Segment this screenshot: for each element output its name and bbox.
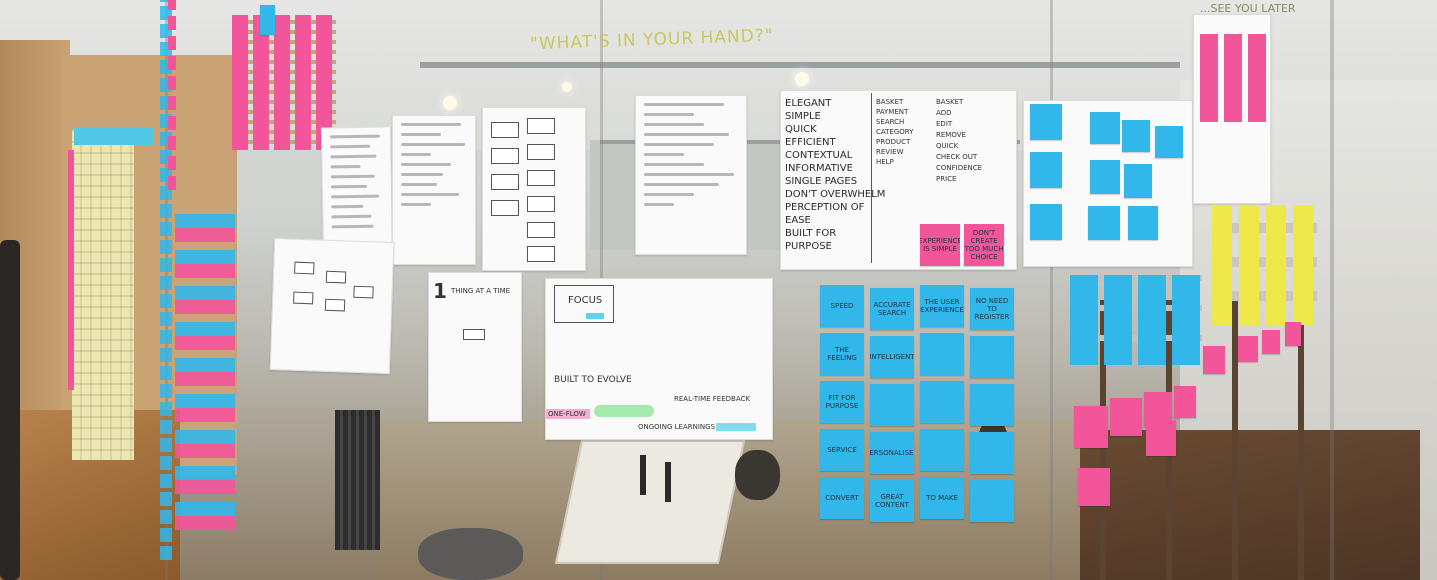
blue-note-cluster	[1070, 275, 1202, 365]
evolve-text: BUILT TO EVOLVE	[554, 375, 632, 385]
poster-step-one: 1 THING AT A TIME	[428, 272, 522, 422]
basket-item: BASKET	[936, 98, 964, 106]
categories-list: BASKET PAYMENT SEARCH CATEGORY PRODUCT REVIEW…	[876, 97, 913, 167]
person	[418, 528, 523, 580]
step-number: 1	[433, 279, 447, 303]
one-flow-text: ONE-FLOW	[548, 410, 586, 418]
poster-diagram	[269, 237, 395, 375]
sticky-note	[1030, 204, 1062, 240]
basket-item: CHECK OUT	[936, 153, 978, 161]
category-item: BASKET	[876, 98, 904, 106]
sticky-heading	[74, 127, 154, 145]
basket-item: CONFIDENCE	[936, 164, 983, 172]
sticky-note	[1174, 386, 1196, 418]
sticky-note	[1285, 322, 1301, 346]
sticky-note: THE FEELING	[820, 333, 864, 375]
sticky-note: SPEED	[820, 285, 864, 327]
divider	[871, 93, 872, 263]
highlight	[586, 313, 604, 319]
blue-note-grid: SPEED ACCURATE SEARCH THE USER EXPERIENCE N…	[820, 285, 1020, 535]
poster-list	[392, 115, 476, 265]
sticky-note	[970, 336, 1014, 378]
sticky-note	[970, 432, 1014, 474]
monitor	[665, 462, 671, 502]
yellow-note-cluster	[1212, 205, 1317, 325]
sticky-note	[1088, 206, 1120, 240]
sticky-note	[1203, 346, 1225, 374]
sticky-note	[1090, 112, 1120, 144]
sticky-note: EXPERIENCE IS SIMPLE	[920, 224, 960, 266]
mixed-note-column	[175, 210, 235, 530]
basket-item: QUICK	[936, 142, 959, 150]
sticky-note: THE USER EXPERIENCE	[920, 285, 964, 327]
pink-note-cluster	[1200, 34, 1266, 122]
sticky-note-grid	[72, 130, 134, 460]
sticky-note	[920, 381, 964, 423]
person	[0, 240, 20, 580]
sticky-note	[920, 429, 964, 471]
pink-strip	[68, 150, 74, 390]
pink-note-column	[168, 0, 176, 190]
sticky-note	[1030, 104, 1062, 140]
monitor	[640, 455, 646, 495]
sticky-note	[1124, 164, 1152, 198]
sticky-note	[970, 384, 1014, 426]
ceiling-pipe	[420, 62, 1180, 68]
highlight	[594, 405, 654, 417]
step-caption: THING AT A TIME	[451, 287, 511, 295]
sticky-note: TO MAKE	[920, 477, 964, 519]
poster-list	[320, 126, 394, 258]
sticky-note	[1146, 420, 1176, 456]
category-item: SEARCH	[876, 118, 905, 126]
sticky-note	[260, 5, 275, 35]
sticky-note: ACCURATE SEARCH	[870, 288, 914, 330]
sticky-note	[1122, 120, 1150, 152]
radiator	[335, 410, 380, 550]
sticky-note: CONVERT	[820, 477, 864, 519]
basket-item: ADD	[936, 109, 952, 117]
sticky-note: DON'T CREATE TOO MUCH CHOICE	[964, 224, 1004, 266]
sticky-note	[1155, 126, 1183, 158]
sticky-note: PERSONALISED	[870, 432, 914, 474]
sticky-note	[1238, 336, 1258, 362]
sticky-note	[1262, 330, 1280, 354]
basket-item: REMOVE	[936, 131, 966, 139]
basket-item: PRICE	[936, 175, 957, 183]
sticky-note	[970, 480, 1014, 522]
ceiling-light	[443, 96, 457, 110]
poster-flow-boxes	[482, 107, 586, 271]
sticky-note: NO NEED TO REGISTER	[970, 288, 1014, 330]
category-item: PAYMENT	[876, 108, 909, 116]
ongoing-text: ONGOING LEARNINGS	[638, 423, 716, 431]
category-item: REVIEW	[876, 148, 904, 156]
sticky-note: SERVICE	[820, 429, 864, 471]
glass-frame	[1050, 0, 1053, 580]
person	[735, 450, 780, 500]
basket-item: EDIT	[936, 120, 953, 128]
poster-notes	[635, 95, 747, 255]
poster-focus: FOCUS BUILT TO EVOLVE ONE-FLOW REAL-TIME…	[545, 278, 773, 440]
sticky-note	[870, 384, 914, 426]
focus-title: FOCUS	[568, 295, 603, 306]
glass-frame	[1330, 0, 1334, 580]
category-item: PRODUCT	[876, 138, 911, 146]
sticky-note	[1074, 406, 1108, 448]
sticky-note	[1090, 160, 1120, 194]
ceiling-light	[562, 82, 572, 92]
sticky-note: GREAT CONTENT	[870, 480, 914, 522]
sticky-note	[1128, 206, 1158, 240]
ceiling-light	[795, 72, 809, 86]
sticky-note	[1078, 468, 1110, 506]
sticky-note	[1030, 152, 1062, 188]
sticky-note	[1110, 398, 1142, 436]
sticky-note: FIT FOR PURPOSE	[820, 381, 864, 423]
basket-list: BASKET ADD EDIT REMOVE QUICK CHECK OUT CONFIDE…	[936, 97, 982, 185]
category-item: HELP	[876, 158, 894, 166]
desk	[554, 440, 746, 564]
sticky-note: INTELLIGENT	[870, 336, 914, 378]
sticky-note	[920, 333, 964, 375]
realtime-text: REAL-TIME FEEDBACK	[674, 395, 750, 403]
highlight	[716, 423, 756, 431]
category-item: CATEGORY	[876, 128, 914, 136]
